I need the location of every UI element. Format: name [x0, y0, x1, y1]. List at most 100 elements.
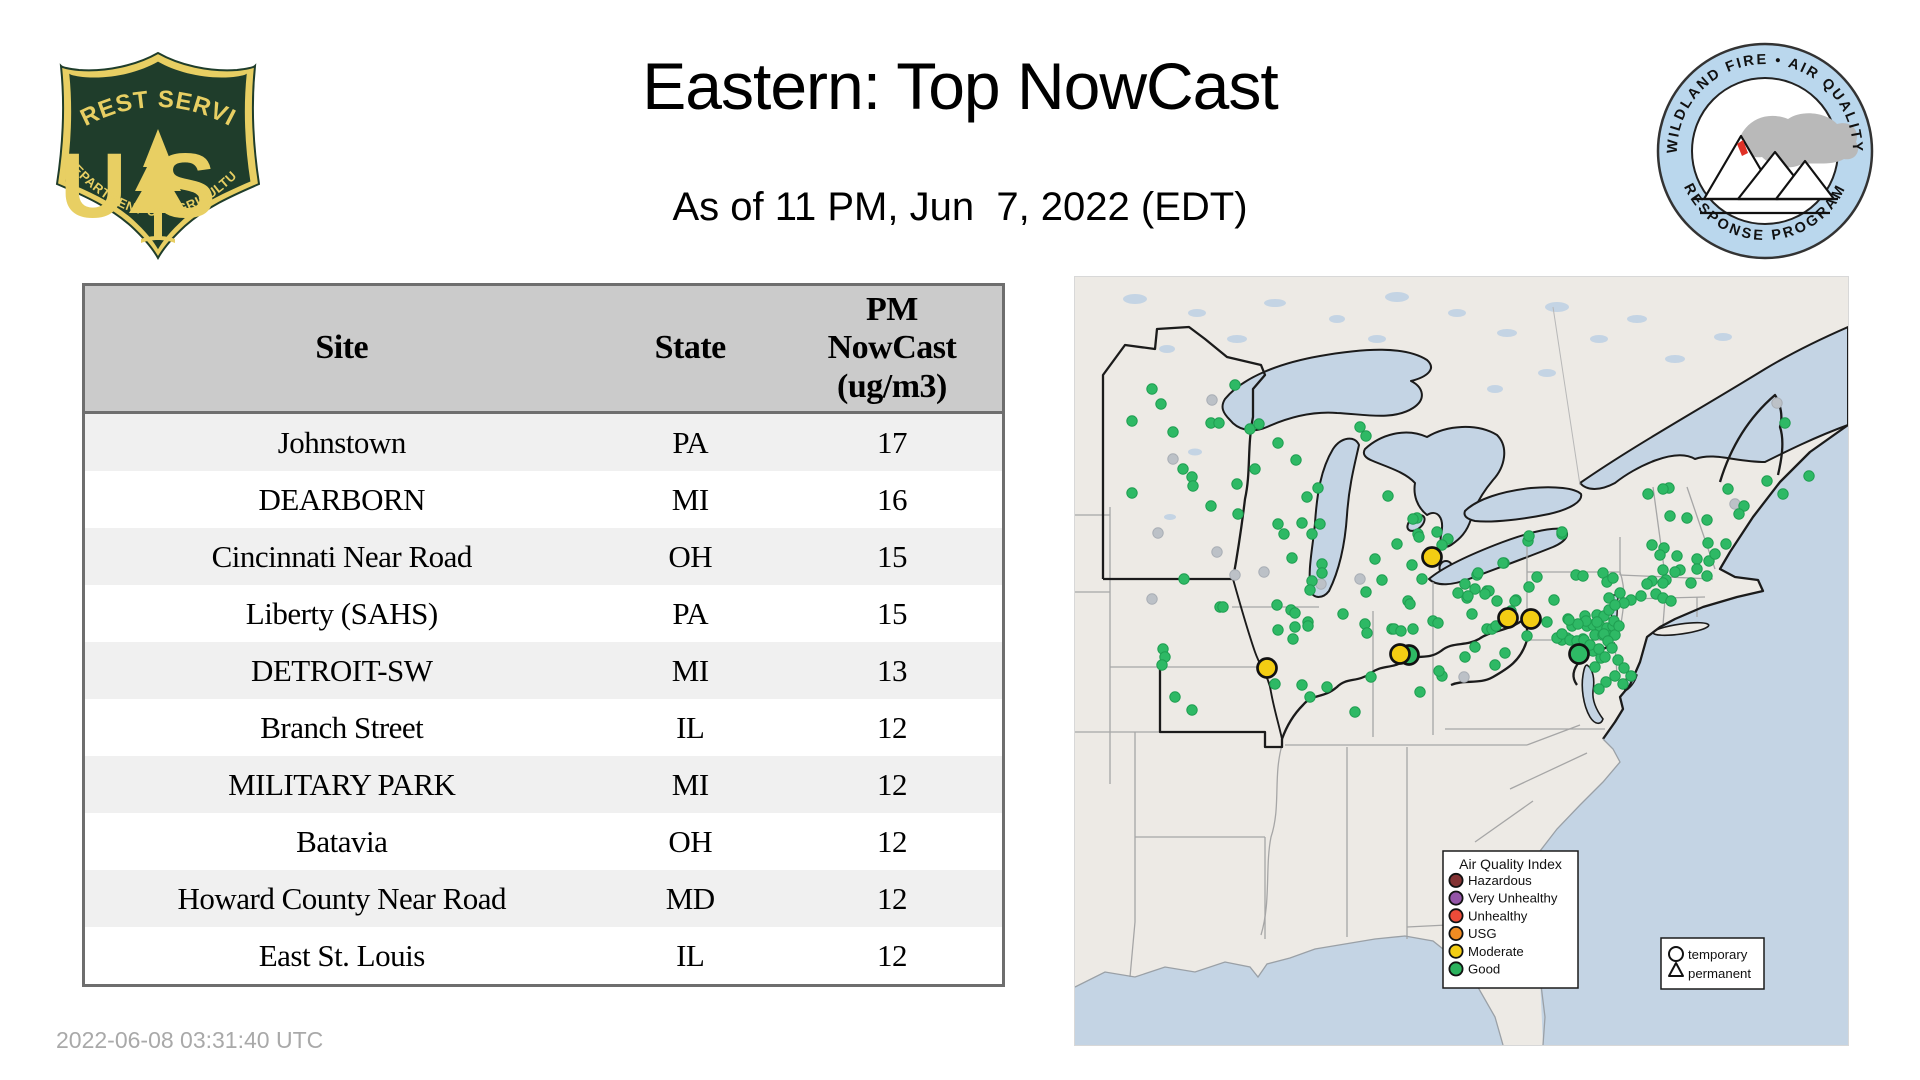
table-cell: 17 [782, 413, 1004, 472]
good-site-marker [1290, 608, 1300, 618]
good-site-marker [1500, 648, 1510, 658]
good-site-marker [1614, 621, 1624, 631]
no-data-site-marker [1147, 594, 1157, 604]
good-site-marker [1377, 575, 1387, 585]
aqi-swatch-icon [1449, 962, 1462, 975]
table-cell: 15 [782, 528, 1004, 585]
moderate-temporary-site-marker [1499, 609, 1518, 628]
good-site-marker [1665, 511, 1675, 521]
column-header-site: Site [84, 285, 599, 413]
table-cell: PA [599, 585, 782, 642]
good-site-marker [1433, 618, 1443, 628]
temporary-label: temporary [1688, 947, 1748, 962]
good-site-marker [1658, 484, 1668, 494]
good-site-marker [1542, 617, 1552, 627]
good-site-marker [1647, 540, 1657, 550]
table-cell: MI [599, 642, 782, 699]
table-row: Cincinnati Near RoadOH15 [84, 528, 1004, 585]
good-site-marker [1590, 662, 1600, 672]
good-site-marker [1672, 551, 1682, 561]
good-site-marker [1618, 679, 1628, 689]
good-site-marker [1232, 479, 1242, 489]
good-site-marker [1297, 680, 1307, 690]
no-data-site-marker [1259, 567, 1269, 577]
good-site-marker [1168, 427, 1178, 437]
good-site-marker [1350, 707, 1360, 717]
no-data-site-marker [1459, 672, 1469, 682]
table-cell: PA [599, 413, 782, 472]
good-site-marker [1578, 571, 1588, 581]
good-site-marker [1297, 518, 1307, 528]
good-site-marker [1498, 558, 1508, 568]
good-site-marker [1658, 565, 1668, 575]
aqi-legend-label: Unhealthy [1468, 908, 1528, 923]
good-site-marker [1383, 491, 1393, 501]
good-site-marker [1636, 591, 1646, 601]
good-site-marker [1780, 418, 1790, 428]
no-data-site-marker [1772, 398, 1782, 408]
good-site-marker [1170, 692, 1180, 702]
good-site-marker [1626, 671, 1636, 681]
good-site-marker [1127, 488, 1137, 498]
table-cell: Johnstown [84, 413, 599, 472]
no-data-site-marker [1355, 574, 1365, 584]
good-site-marker [1273, 519, 1283, 529]
table-row: BataviaOH12 [84, 813, 1004, 870]
no-data-site-marker [1207, 395, 1217, 405]
table-cell: East St. Louis [84, 927, 599, 986]
aqi-legend-label: Hazardous [1468, 873, 1532, 888]
moderate-temporary-site-marker [1258, 659, 1277, 678]
good-site-marker [1608, 573, 1618, 583]
aqi-swatch-icon [1449, 945, 1462, 958]
aqi-swatch-icon [1449, 909, 1462, 922]
good-site-marker [1460, 652, 1470, 662]
good-site-marker [1291, 455, 1301, 465]
no-data-site-marker [1230, 570, 1240, 580]
good-site-marker [1490, 660, 1500, 670]
moderate-temporary-site-marker [1522, 610, 1541, 629]
table-row: Branch StreetIL12 [84, 699, 1004, 756]
good-site-marker [1532, 572, 1542, 582]
aqi-swatch-icon [1449, 874, 1462, 887]
page-title: Eastern: Top NowCast [0, 48, 1920, 124]
good-site-marker [1408, 514, 1418, 524]
generation-timestamp: 2022-06-08 03:31:40 UTC [56, 1027, 323, 1054]
table-row: East St. LouisIL12 [84, 927, 1004, 986]
good-site-marker [1721, 539, 1731, 549]
table-row: DETROIT-SWMI13 [84, 642, 1004, 699]
table-row: JohnstownPA17 [84, 413, 1004, 472]
good-site-marker [1564, 615, 1574, 625]
good-site-marker [1392, 539, 1402, 549]
no-data-site-marker [1212, 547, 1222, 557]
column-header-state: State [599, 285, 782, 413]
good-site-marker [1692, 554, 1702, 564]
good-site-marker [1315, 519, 1325, 529]
aqi-legend-label: USG [1468, 926, 1497, 941]
good-site-marker [1366, 672, 1376, 682]
good-site-marker [1592, 617, 1602, 627]
good-site-marker [1127, 416, 1137, 426]
table-cell: DETROIT-SW [84, 642, 599, 699]
good-site-marker [1230, 380, 1240, 390]
good-site-marker [1470, 642, 1480, 652]
good-site-marker [1778, 489, 1788, 499]
good-site-marker [1147, 384, 1157, 394]
aqi-legend-label: Moderate [1468, 944, 1524, 959]
air-quality-map: Air Quality Index HazardousVery Unhealth… [1074, 276, 1849, 1046]
moderate-temporary-site-marker [1423, 548, 1442, 567]
page-subtitle: As of 11 PM, Jun 7, 2022 (EDT) [0, 185, 1920, 230]
table-cell: 12 [782, 927, 1004, 986]
good-site-marker [1305, 692, 1315, 702]
good-site-marker [1273, 438, 1283, 448]
good-site-marker [1682, 513, 1692, 523]
good-site-marker [1307, 529, 1317, 539]
wildland-fire-air-quality-logo: WILDLAND FIRE • AIR QUALITY RESPONSE PRO… [1652, 40, 1878, 264]
no-data-site-marker [1168, 454, 1178, 464]
good-site-marker [1322, 682, 1332, 692]
good-site-marker [1302, 492, 1312, 502]
good-site-marker [1655, 550, 1665, 560]
good-site-marker [1594, 684, 1604, 694]
good-site-marker [1804, 471, 1814, 481]
good-site-marker [1666, 596, 1676, 606]
good-site-marker [1524, 531, 1534, 541]
